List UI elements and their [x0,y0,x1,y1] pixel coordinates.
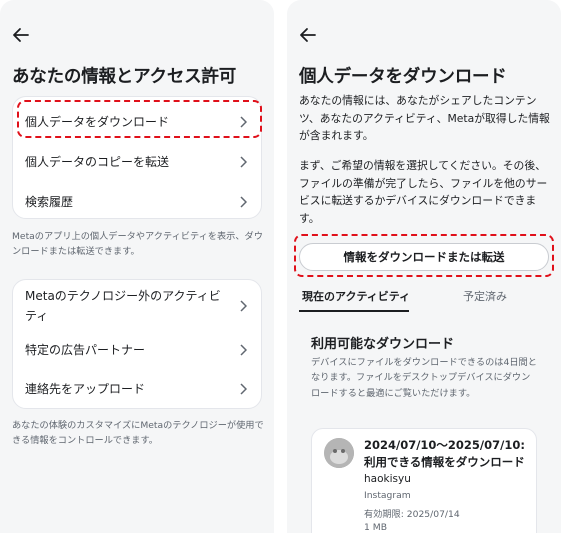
menu-item-label: 検索履歴 [25,195,74,209]
chevron-right-icon [239,156,247,168]
menu-item-label: 特定の広告パートナー [25,343,146,357]
downloads-description: デバイスにファイルをダウンロードできるのは4日間となります。ファイルをデスクトッ… [311,357,537,399]
back-arrow-icon[interactable] [299,27,317,43]
available-downloads-section: 利用可能なダウンロード デバイスにファイルをダウンロードできるのは4日間となりま… [299,320,549,533]
back-arrow-icon[interactable] [12,27,30,43]
download-item-username: haokisyu [364,473,411,485]
menu-item-label: 個人データのコピーを転送 [25,155,170,169]
menu-item-ad-partners[interactable]: 特定の広告パートナー [13,339,261,361]
intro-text: あなたの情報には、あなたがシェアしたコンテンツ、あなたのアクティビティ、Meta… [299,94,550,142]
download-item-platform: Instagram [364,490,411,501]
data-menu-description: Metaのアプリ上の個人データやアクティビティを表示、ダウンロードまたは転送でき… [12,231,263,257]
chevron-right-icon [239,344,247,356]
instructions-text: まず、ご希望の情報を選択してください。その後、ファイルの準備が完了したら、ファイ… [299,159,548,225]
activity-menu-card: Metaのテクノロジー外のアクティビティ 特定の広告パートナー 連絡先をアップロ… [12,279,262,409]
chevron-right-icon [239,383,247,395]
page-title: あなたの情報とアクセス許可 [12,67,237,87]
menu-item-label: 個人データをダウンロード [25,115,170,129]
data-menu-card: 個人データをダウンロード 個人データのコピーを転送 検索履歴 [12,96,262,219]
download-item-title: 2024/07/10〜2025/07/10: 利用できる情報をダウンロード [364,438,525,469]
tab-scheduled[interactable]: 予定済み [463,288,507,306]
menu-item-search-history[interactable]: 検索履歴 [13,187,261,217]
menu-item-download-data[interactable]: 個人データをダウンロード [13,107,261,137]
activity-menu-description: あなたの体験のカスタマイズにMetaのテクノロジーが使用できる情報をコントロール… [12,420,264,446]
permissions-panel: あなたの情報とアクセス許可 個人データをダウンロード 個人データのコピーを転送 … [0,0,274,533]
menu-item-off-meta-activity[interactable]: Metaのテクノロジー外のアクティビティ [13,286,261,326]
tab-bar: 現在のアクティビティ 予定済み [287,288,561,316]
page-title: 個人データをダウンロード [299,67,507,87]
menu-item-label: 連絡先をアップロード [25,382,146,396]
menu-item-label: Metaのテクノロジー外のアクティビティ [25,289,221,323]
download-panel: 個人データをダウンロード あなたの情報には、あなたがシェアしたコンテンツ、あなた… [287,0,561,533]
avatar [324,438,354,468]
download-item-card[interactable]: 2024/07/10〜2025/07/10: 利用できる情報をダウンロード ha… [311,428,537,533]
downloads-heading: 利用可能なダウンロード [311,337,455,352]
chevron-right-icon [239,116,247,128]
active-tab-indicator [299,310,409,312]
menu-item-upload-contacts[interactable]: 連絡先をアップロード [13,378,261,400]
tab-current-activity[interactable]: 現在のアクティビティ [302,288,410,306]
chevron-right-icon [239,196,247,208]
download-item-size: 1 MB [364,522,387,533]
menu-item-transfer-copy[interactable]: 個人データのコピーを転送 [13,147,261,177]
download-or-transfer-button[interactable]: 情報をダウンロードまたは転送 [299,243,549,271]
chevron-right-icon [239,300,247,312]
download-item-expiry: 有効期限: 2025/07/14 [364,509,460,520]
